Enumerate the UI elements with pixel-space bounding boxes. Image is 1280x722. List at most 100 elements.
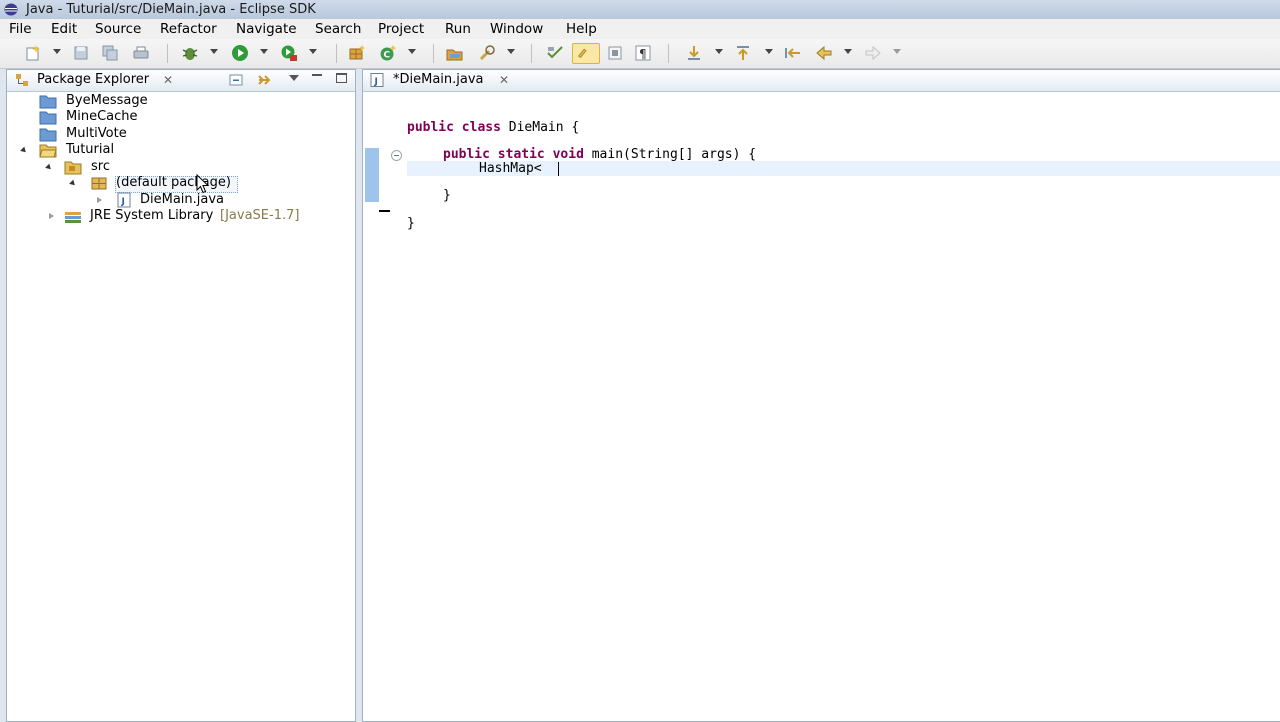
window-title: Java - Tuturial/src/DieMain.java - Eclip… bbox=[26, 2, 316, 17]
mouse-pointer-icon bbox=[196, 174, 210, 194]
svg-text:J: J bbox=[121, 197, 125, 207]
new-java-class-dropdown-chevron-icon[interactable] bbox=[408, 49, 416, 54]
search-icon[interactable] bbox=[478, 44, 496, 62]
project-folder-icon bbox=[39, 111, 57, 125]
close-icon[interactable]: ✕ bbox=[163, 73, 173, 87]
menu-bar: File Edit Source Refactor Navigate Searc… bbox=[0, 19, 1280, 39]
menu-search[interactable]: Search bbox=[315, 19, 361, 39]
menu-source[interactable]: Source bbox=[95, 19, 141, 39]
java-editor: J *DieMain.java ✕ public class DieMain {… bbox=[362, 69, 1280, 722]
menu-file[interactable]: File bbox=[9, 19, 32, 39]
previous-annotation-icon[interactable] bbox=[734, 44, 752, 62]
tree-item-minecache[interactable]: MineCache bbox=[7, 109, 347, 125]
tree-item-src[interactable]: src bbox=[7, 159, 347, 175]
svg-text:C: C bbox=[384, 51, 391, 61]
tree-item-tuturial[interactable]: Tuturial bbox=[7, 142, 347, 158]
main-toolbar: C ¶ bbox=[0, 39, 1280, 69]
tree-item-jre-system-library[interactable]: JRE System Library [JavaSE-1.7] bbox=[7, 208, 347, 224]
toggle-highlight-icon[interactable] bbox=[572, 43, 600, 64]
toolbar-separator bbox=[336, 44, 337, 63]
code-line-current[interactable]: HashMap< bbox=[479, 161, 542, 177]
new-dropdown-chevron-icon[interactable] bbox=[53, 49, 61, 54]
print-icon[interactable] bbox=[132, 44, 150, 62]
expanded-triangle-icon[interactable] bbox=[69, 179, 77, 188]
back-dropdown-chevron-icon[interactable] bbox=[844, 49, 852, 54]
package-explorer-view: Package Explorer ✕ ByeMessage MineCache … bbox=[6, 69, 356, 722]
menu-edit[interactable]: Edit bbox=[51, 19, 77, 39]
svg-text:¶: ¶ bbox=[639, 47, 647, 61]
collapse-all-icon[interactable] bbox=[229, 73, 243, 87]
code-line[interactable]: public class DieMain { bbox=[407, 120, 579, 136]
debug-icon[interactable] bbox=[181, 44, 199, 62]
new-icon[interactable] bbox=[24, 44, 42, 62]
code-line[interactable]: } bbox=[443, 188, 451, 204]
forward-icon[interactable] bbox=[864, 44, 882, 62]
package-icon bbox=[91, 177, 107, 190]
collapsed-triangle-icon[interactable] bbox=[49, 213, 54, 219]
search-dropdown-chevron-icon[interactable] bbox=[507, 49, 515, 54]
next-annotation-dropdown-chevron-icon[interactable] bbox=[715, 49, 723, 54]
maximize-icon[interactable] bbox=[336, 73, 347, 83]
project-folder-icon bbox=[39, 95, 57, 109]
tree-item-multivote[interactable]: MultiVote bbox=[7, 126, 347, 142]
menu-navigate[interactable]: Navigate bbox=[236, 19, 297, 39]
toolbar-separator bbox=[531, 44, 532, 63]
save-all-icon[interactable] bbox=[101, 44, 119, 62]
last-edit-location-icon[interactable] bbox=[784, 44, 802, 62]
expanded-triangle-icon[interactable] bbox=[45, 163, 53, 172]
toggle-mark-occurrences-icon[interactable] bbox=[546, 44, 564, 62]
debug-dropdown-chevron-icon[interactable] bbox=[210, 49, 218, 54]
show-whitespace-icon[interactable] bbox=[606, 44, 624, 62]
open-project-folder-icon bbox=[39, 144, 57, 158]
close-icon[interactable]: ✕ bbox=[499, 73, 509, 87]
eclipse-app-icon bbox=[4, 3, 18, 16]
editor-tabbar: J *DieMain.java ✕ bbox=[363, 70, 1280, 92]
next-annotation-icon[interactable] bbox=[685, 44, 703, 62]
editor-tab-diemain[interactable]: *DieMain.java bbox=[393, 72, 484, 87]
new-java-package-icon[interactable] bbox=[348, 44, 366, 62]
new-java-class-icon[interactable]: C bbox=[379, 44, 397, 62]
run-icon[interactable] bbox=[231, 44, 249, 62]
java-file-icon: J bbox=[117, 192, 131, 208]
package-explorer-title[interactable]: Package Explorer bbox=[37, 72, 149, 87]
toolbar-separator bbox=[433, 44, 434, 63]
external-tools-dropdown-chevron-icon[interactable] bbox=[309, 49, 317, 54]
code-line[interactable]: } bbox=[407, 216, 415, 232]
open-type-icon[interactable] bbox=[446, 44, 464, 62]
minimize-icon[interactable] bbox=[312, 74, 322, 76]
tree-item-byemessage[interactable]: ByeMessage bbox=[7, 93, 347, 109]
svg-text:J: J bbox=[374, 77, 378, 87]
menu-refactor[interactable]: Refactor bbox=[160, 19, 217, 39]
vertical-ruler[interactable] bbox=[363, 92, 390, 721]
library-icon bbox=[65, 212, 81, 223]
forward-dropdown-chevron-icon[interactable] bbox=[893, 49, 901, 54]
show-paragraph-icon[interactable]: ¶ bbox=[634, 44, 652, 62]
fold-collapse-icon[interactable] bbox=[391, 150, 402, 161]
collapsed-triangle-icon[interactable] bbox=[97, 197, 102, 203]
toolbar-separator bbox=[668, 44, 669, 63]
cursor-line-marker bbox=[379, 210, 390, 212]
expanded-triangle-icon[interactable] bbox=[20, 146, 28, 155]
link-with-editor-icon[interactable] bbox=[257, 73, 271, 87]
menu-project[interactable]: Project bbox=[378, 19, 424, 39]
menu-help[interactable]: Help bbox=[566, 19, 597, 39]
menu-run[interactable]: Run bbox=[445, 19, 471, 39]
java-file-icon: J bbox=[370, 73, 384, 87]
external-tools-icon[interactable] bbox=[280, 44, 298, 62]
back-icon[interactable] bbox=[815, 44, 833, 62]
menu-window[interactable]: Window bbox=[490, 19, 543, 39]
project-folder-icon bbox=[39, 128, 57, 142]
source-folder-icon bbox=[64, 161, 82, 175]
toolbar-separator bbox=[167, 44, 168, 63]
title-bar: Java - Tuturial/src/DieMain.java - Eclip… bbox=[0, 0, 1280, 19]
run-dropdown-chevron-icon[interactable] bbox=[260, 49, 268, 54]
package-explorer-icon bbox=[16, 74, 28, 86]
view-menu-chevron-down-icon[interactable] bbox=[289, 75, 299, 81]
range-indicator bbox=[365, 148, 379, 202]
save-icon[interactable] bbox=[72, 44, 90, 62]
previous-annotation-dropdown-chevron-icon[interactable] bbox=[765, 49, 773, 54]
text-caret bbox=[558, 162, 559, 176]
tree-item-default-package[interactable]: (default package) bbox=[7, 175, 347, 191]
tree-item-diemain-java[interactable]: J DieMain.java bbox=[7, 192, 347, 208]
package-explorer-tabbar: Package Explorer ✕ bbox=[7, 70, 355, 92]
